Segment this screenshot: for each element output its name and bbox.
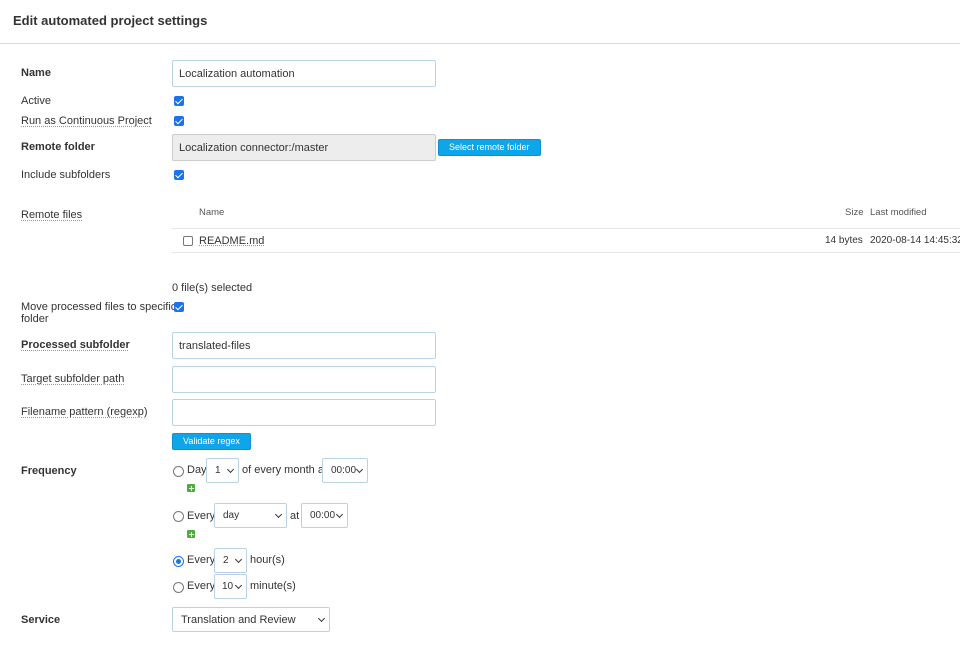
- name-label: Name: [21, 67, 51, 79]
- chevron-down-icon: [355, 465, 364, 474]
- frequency-day-prefix: Every: [187, 510, 216, 522]
- continuous-project-checkbox[interactable]: [174, 116, 184, 126]
- target-subfolder-input[interactable]: [172, 366, 436, 393]
- day-time-value: 00:00: [310, 510, 336, 521]
- column-header-name[interactable]: Name: [199, 207, 224, 218]
- service-select[interactable]: Translation and Review: [172, 607, 330, 632]
- active-checkbox[interactable]: [174, 96, 184, 106]
- month-day-select[interactable]: 1: [206, 458, 239, 483]
- frequency-minute-prefix: Every: [187, 580, 216, 592]
- include-subfolders-label: Include subfolders: [21, 169, 111, 181]
- frequency-month-prefix: Day: [187, 464, 207, 476]
- frequency-hour-suffix: hour(s): [250, 554, 285, 566]
- hour-interval-select[interactable]: 2: [214, 548, 247, 573]
- chevron-down-icon: [234, 581, 243, 590]
- chevron-down-icon: [335, 510, 344, 519]
- frequency-hour-prefix: Every: [187, 554, 216, 566]
- month-time-select[interactable]: 00:00: [322, 458, 368, 483]
- active-label: Active: [21, 95, 51, 107]
- file-name[interactable]: README.md: [199, 235, 264, 247]
- column-header-size[interactable]: Size: [845, 207, 863, 218]
- filename-pattern-input[interactable]: [172, 399, 436, 426]
- file-row-checkbox[interactable]: [183, 236, 193, 246]
- day-unit-value: day: [223, 510, 240, 521]
- filename-pattern-label: Filename pattern (regexp): [21, 406, 148, 418]
- include-subfolders-checkbox[interactable]: [174, 170, 184, 180]
- minute-interval-value: 10: [222, 581, 234, 592]
- month-day-value: 1: [215, 465, 221, 476]
- plus-icon[interactable]: [187, 484, 195, 492]
- chevron-down-icon: [317, 614, 326, 623]
- name-input[interactable]: [172, 60, 436, 87]
- move-processed-checkbox[interactable]: [174, 302, 184, 312]
- service-label: Service: [21, 614, 61, 626]
- frequency-minute-suffix: minute(s): [250, 580, 296, 592]
- remote-files-label: Remote files: [21, 209, 83, 221]
- file-size: 14 bytes: [825, 235, 863, 246]
- select-remote-folder-button[interactable]: Select remote folder: [438, 139, 541, 156]
- table-divider: [172, 252, 960, 253]
- frequency-month-radio[interactable]: [173, 466, 184, 477]
- frequency-month-middle: of every month at: [242, 464, 327, 476]
- remote-folder-input: [172, 134, 436, 161]
- dialog-title: Edit automated project settings: [13, 13, 208, 28]
- target-subfolder-label: Target subfolder path: [21, 373, 125, 385]
- plus-icon[interactable]: [187, 530, 195, 538]
- day-unit-select[interactable]: day: [214, 503, 287, 528]
- minute-interval-select[interactable]: 10: [214, 574, 247, 599]
- chevron-down-icon: [234, 555, 243, 564]
- column-header-modified[interactable]: Last modified: [870, 207, 927, 218]
- frequency-day-radio[interactable]: [173, 511, 184, 522]
- month-time-value: 00:00: [331, 465, 357, 476]
- table-divider: [172, 228, 960, 229]
- move-processed-label-cont: folder: [21, 313, 49, 325]
- move-processed-label: Move processed files to specific: [21, 301, 177, 313]
- chevron-down-icon: [226, 465, 235, 474]
- service-value: Translation and Review: [181, 614, 296, 626]
- selected-count: 0 file(s) selected: [172, 282, 253, 294]
- frequency-minute-radio[interactable]: [173, 582, 184, 593]
- day-time-select[interactable]: 00:00: [301, 503, 348, 528]
- processed-subfolder-label: Processed subfolder: [21, 339, 130, 351]
- continuous-project-label: Run as Continuous Project: [21, 115, 152, 127]
- validate-regex-button[interactable]: Validate regex: [172, 433, 251, 450]
- frequency-label: Frequency: [21, 465, 77, 477]
- frequency-day-middle: at: [290, 510, 300, 522]
- dialog-header: Edit automated project settings: [0, 0, 960, 44]
- remote-folder-label: Remote folder: [21, 141, 95, 153]
- frequency-hour-radio[interactable]: [173, 556, 184, 567]
- processed-subfolder-input[interactable]: [172, 332, 436, 359]
- chevron-down-icon: [274, 510, 283, 519]
- hour-interval-value: 2: [223, 555, 229, 566]
- file-modified: 2020-08-14 14:45:32: [870, 235, 960, 246]
